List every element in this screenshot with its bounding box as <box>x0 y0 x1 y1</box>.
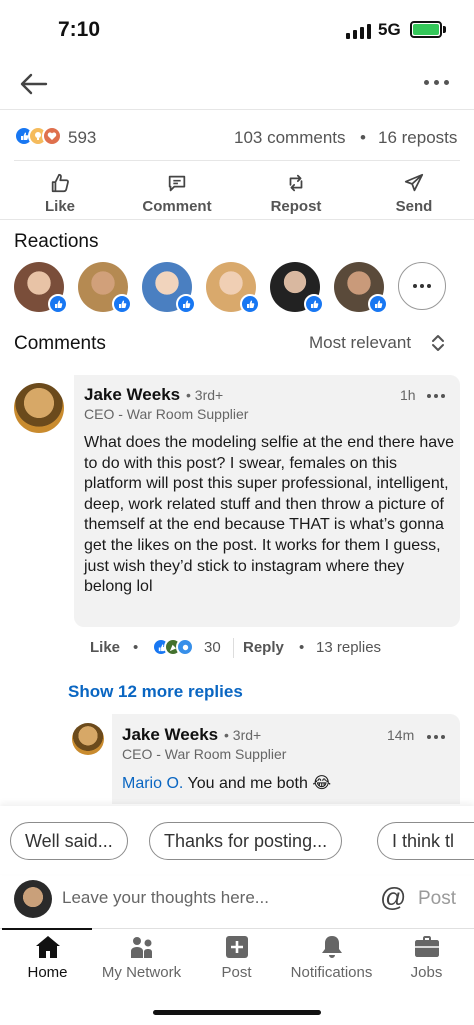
battery-tip <box>443 26 446 33</box>
send-label: Send <box>395 198 433 215</box>
separator-dot: • <box>360 128 366 147</box>
nav-jobs-label: Jobs <box>410 964 443 981</box>
comment-reply-button[interactable]: Reply <box>243 639 284 656</box>
comment-reaction-count[interactable]: 30 <box>204 639 221 656</box>
reactor-avatar[interactable] <box>206 262 260 314</box>
separator-dot: • <box>133 639 139 656</box>
repost-label: Repost <box>270 198 322 215</box>
briefcase-icon <box>414 936 439 957</box>
reactors-row <box>14 262 446 314</box>
comment-more-icon[interactable] <box>427 394 445 398</box>
add-post-icon <box>225 936 248 958</box>
replies-count[interactable]: 13 replies <box>316 639 381 656</box>
love-icon <box>42 126 62 146</box>
repost-icon <box>289 174 303 192</box>
send-icon <box>404 173 424 192</box>
nav-post[interactable]: Post <box>189 934 284 981</box>
like-badge-icon <box>368 294 388 314</box>
nav-post-label: Post <box>221 964 252 981</box>
like-label: Like <box>44 198 75 215</box>
home-indicator <box>153 1010 321 1015</box>
bell-icon <box>321 936 342 958</box>
back-arrow-icon[interactable] <box>18 68 50 100</box>
reply-text-body: You and me both 😂 <box>183 775 332 792</box>
more-options-icon[interactable] <box>424 80 449 85</box>
separator-dot: • <box>299 639 305 656</box>
network-icon <box>130 937 152 958</box>
suggestion-chip[interactable]: I think tl <box>377 822 474 860</box>
counts-divider <box>14 160 460 161</box>
nav-home-label: Home <box>27 964 68 981</box>
reactor-avatar[interactable] <box>14 262 68 314</box>
support-icon <box>176 638 194 656</box>
status-time: 7:10 <box>58 18 101 41</box>
signal-icon <box>346 23 371 39</box>
like-badge-icon <box>240 294 260 314</box>
reply-time: 14m <box>387 727 415 743</box>
like-badge-icon <box>176 294 196 314</box>
connection-degree: • 3rd+ <box>224 727 262 743</box>
reply-avatar[interactable] <box>72 723 104 755</box>
comment-like-button[interactable]: Like <box>90 639 120 656</box>
nav-active-indicator <box>2 928 92 930</box>
reactor-avatar[interactable] <box>78 262 132 314</box>
comment-label: Comment <box>142 198 212 215</box>
repost-button[interactable]: Repost <box>246 172 346 215</box>
suggestion-chip[interactable]: Well said... <box>10 822 128 860</box>
nav-home[interactable]: Home <box>0 934 95 981</box>
commenter-headline: CEO - War Room Supplier <box>84 406 249 422</box>
like-button[interactable]: Like <box>10 172 110 215</box>
like-badge-icon <box>112 294 132 314</box>
comment-input[interactable] <box>62 888 362 908</box>
comment-reactions[interactable] <box>152 638 194 656</box>
reply-more-icon[interactable] <box>427 735 445 739</box>
post-comment-button[interactable]: Post <box>418 888 456 910</box>
battery-icon <box>410 21 442 38</box>
send-button[interactable]: Send <box>364 172 464 215</box>
sort-chevron-icon[interactable] <box>430 333 446 358</box>
like-badge-icon <box>48 294 68 314</box>
nav-notifications[interactable]: Notifications <box>284 934 379 981</box>
reactions-title: Reactions <box>14 231 99 252</box>
comment-button[interactable]: Comment <box>127 172 227 215</box>
nav-network-label: My Network <box>101 964 182 981</box>
suggestion-chip[interactable]: Thanks for posting... <box>149 822 343 860</box>
reply-headline: CEO - War Room Supplier <box>122 746 287 762</box>
reaction-icons[interactable] <box>14 126 62 146</box>
home-icon <box>35 936 60 958</box>
comment-time: 1h <box>400 387 416 403</box>
reply-text: Mario O. You and me both 😂 <box>122 773 331 793</box>
network-type: 5G <box>378 20 401 39</box>
comments-title: Comments <box>14 333 106 354</box>
comment-icon <box>168 175 186 192</box>
connection-degree: • 3rd+ <box>186 387 224 403</box>
reply-author[interactable]: Jake Weeks <box>122 725 218 745</box>
commenter-name[interactable]: Jake Weeks <box>84 385 180 405</box>
nav-my-network[interactable]: My Network <box>94 934 189 981</box>
comment-text: What does the modeling selfie at the end… <box>84 434 455 596</box>
reactor-avatar[interactable] <box>142 262 196 314</box>
sort-dropdown[interactable]: Most relevant <box>309 333 411 353</box>
nav-notifications-label: Notifications <box>290 964 373 981</box>
actions-divider <box>0 219 474 220</box>
reposts-count[interactable]: 16 reposts <box>378 128 457 148</box>
reactor-avatar[interactable] <box>270 262 324 314</box>
show-more-replies-link[interactable]: Show 12 more replies <box>68 682 243 702</box>
user-avatar <box>14 880 52 918</box>
thumbs-up-icon <box>51 173 69 193</box>
header-divider <box>0 109 474 110</box>
more-reactors-button[interactable] <box>398 262 446 310</box>
reaction-count[interactable]: 593 <box>68 128 96 148</box>
action-divider <box>233 638 234 658</box>
reactor-avatar[interactable] <box>334 262 388 314</box>
like-badge-icon <box>304 294 324 314</box>
commenter-avatar[interactable] <box>14 383 64 433</box>
nav-jobs[interactable]: Jobs <box>379 934 474 981</box>
mention-link[interactable]: Mario O. <box>122 775 183 792</box>
mention-at-icon[interactable]: @ <box>380 882 406 913</box>
comments-count[interactable]: 103 comments <box>234 128 346 148</box>
